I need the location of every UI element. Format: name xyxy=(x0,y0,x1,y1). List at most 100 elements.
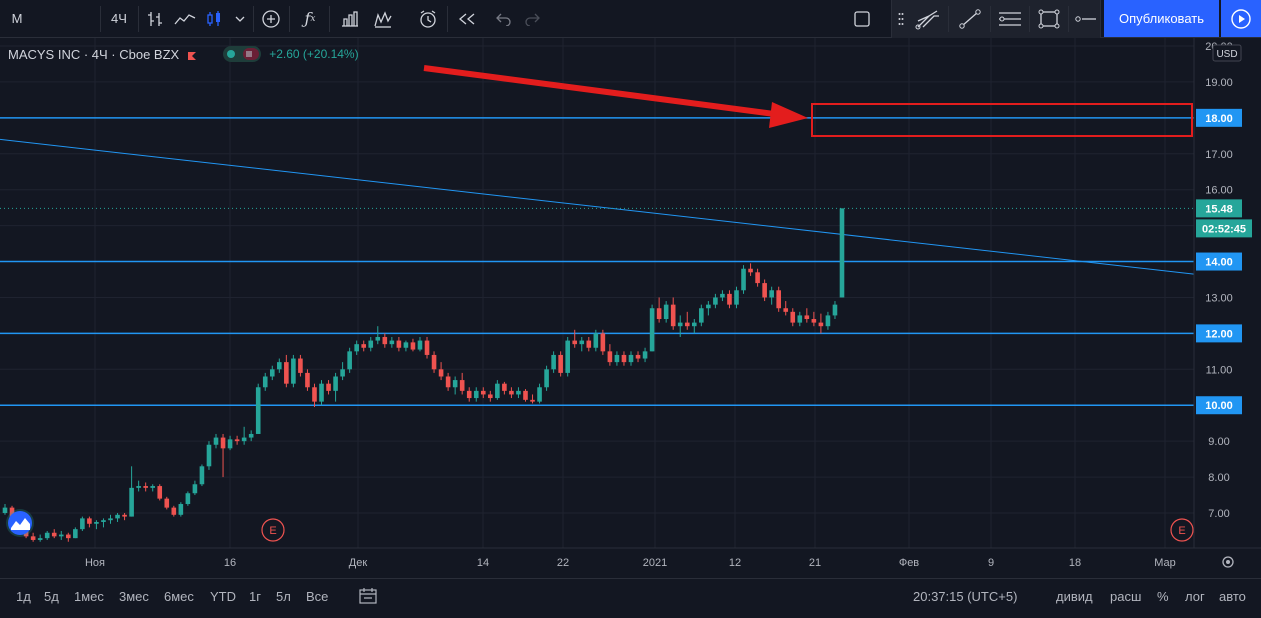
alarm-clock-icon[interactable] xyxy=(414,0,442,37)
horizontal-ray-icon[interactable] xyxy=(993,0,1027,37)
range-button[interactable]: YTD xyxy=(210,589,236,604)
candle-body xyxy=(706,304,711,309)
range-button[interactable]: 6мес xyxy=(164,589,194,604)
candle xyxy=(136,480,141,492)
axis-option-button[interactable]: авто xyxy=(1219,589,1246,604)
candle xyxy=(776,286,781,312)
alert-icon[interactable] xyxy=(369,0,397,37)
flag-icon xyxy=(187,49,197,60)
candle-body xyxy=(157,486,163,499)
arrow-shaft xyxy=(423,65,783,118)
range-button[interactable]: 5д xyxy=(44,589,59,604)
candle xyxy=(150,484,156,492)
symbol-label: M xyxy=(11,11,23,26)
candle xyxy=(66,532,71,542)
candle-body xyxy=(312,387,317,402)
time-tick-label: 14 xyxy=(477,557,489,569)
candle-body xyxy=(452,380,458,388)
candle-body xyxy=(354,344,359,352)
indicators-icon[interactable]: ƒx xyxy=(296,0,324,37)
earnings-marker[interactable]: E xyxy=(1170,518,1194,542)
time-tick-label: 21 xyxy=(809,557,821,569)
candle-style-icon[interactable] xyxy=(201,0,227,37)
range-button[interactable]: 3мес xyxy=(119,589,149,604)
candle-body xyxy=(699,308,704,323)
candle xyxy=(227,435,233,451)
rectangle-icon[interactable] xyxy=(1032,0,1066,37)
candle-body xyxy=(438,369,444,377)
level-price-label: 12.00 xyxy=(1205,328,1233,340)
axis-option-button[interactable]: лог xyxy=(1185,589,1205,604)
candle xyxy=(51,529,57,539)
add-compare-icon[interactable] xyxy=(257,0,285,37)
candle xyxy=(87,516,92,528)
bar-style-icon[interactable] xyxy=(142,0,168,37)
line-style-icon[interactable] xyxy=(171,0,199,37)
financials-icon[interactable] xyxy=(336,0,364,37)
range-button[interactable]: 1г xyxy=(249,589,261,604)
candle xyxy=(635,351,641,363)
candle-body xyxy=(298,358,303,373)
undo-icon[interactable] xyxy=(491,0,517,37)
candle-body xyxy=(558,354,563,373)
square-icon[interactable] xyxy=(849,0,875,37)
candle xyxy=(663,301,669,323)
symbol-title[interactable]: MACYS INC · 4Ч · Cboe BZX xyxy=(8,47,179,62)
range-button[interactable]: Все xyxy=(306,589,328,604)
horizontal-line-icon[interactable] xyxy=(1070,0,1100,37)
level-price-label: 14.00 xyxy=(1205,257,1233,269)
candle xyxy=(115,513,120,522)
candle-body xyxy=(431,354,437,370)
candle xyxy=(614,351,620,366)
tradingview-logo-icon[interactable] xyxy=(6,509,34,537)
horizontal-levels xyxy=(0,117,1194,406)
range-button[interactable]: 1мес xyxy=(74,589,104,604)
date-range-icon[interactable] xyxy=(358,587,378,608)
candle xyxy=(199,464,205,487)
candle-body xyxy=(811,319,817,323)
currency-badge[interactable]: USD xyxy=(1212,44,1242,62)
candle-body xyxy=(220,437,226,449)
axis-option-button[interactable]: дивид xyxy=(1056,589,1093,604)
symbol-search-button[interactable]: M xyxy=(4,0,30,37)
trend-line-segment xyxy=(0,138,1195,275)
candle xyxy=(537,383,542,404)
interval-button[interactable]: 4Ч xyxy=(104,0,134,37)
candle xyxy=(642,347,648,363)
candle xyxy=(628,351,634,366)
candle xyxy=(368,336,374,352)
price-tick-label: 16.00 xyxy=(1205,185,1233,197)
level-price-label: 10.00 xyxy=(1205,400,1233,412)
chevron-down-icon[interactable] xyxy=(230,0,250,37)
candle-body xyxy=(544,369,549,388)
axis-option-button[interactable]: расш xyxy=(1110,589,1141,604)
price-chart[interactable]: E E 20.0019.0018.0017.0016.0015.4802:52:… xyxy=(0,38,1261,578)
pitchfork-icon[interactable] xyxy=(910,0,946,37)
price-tick-label: 8.00 xyxy=(1208,472,1229,484)
earnings-marker[interactable]: E xyxy=(261,518,285,542)
candle xyxy=(607,344,613,366)
clock-time[interactable]: 20:37:15 (UTC+5) xyxy=(913,589,1017,604)
replay-icon[interactable] xyxy=(453,0,481,37)
candle xyxy=(44,530,50,540)
candle-body xyxy=(677,322,683,327)
candle xyxy=(480,387,486,399)
price-tick-label: 7.00 xyxy=(1208,508,1229,520)
publish-button[interactable]: Опубликовать xyxy=(1104,0,1219,37)
candle xyxy=(37,534,43,542)
visibility-toggle-icon[interactable] xyxy=(223,46,262,62)
candle-body xyxy=(727,293,732,305)
range-button[interactable]: 5л xyxy=(276,589,291,604)
redo-icon[interactable] xyxy=(519,0,545,37)
price-tick-label: 11.00 xyxy=(1206,364,1233,376)
settings-gear-icon[interactable] xyxy=(1222,556,1234,568)
time-tick-label: 22 xyxy=(557,557,569,569)
time-tick-label: Мар xyxy=(1154,557,1176,569)
range-button[interactable]: 1д xyxy=(16,589,31,604)
candle xyxy=(333,372,338,402)
candle-body xyxy=(291,358,296,384)
drag-handle-icon[interactable] xyxy=(894,0,908,37)
axis-option-button[interactable]: % xyxy=(1157,589,1169,604)
trendline-icon[interactable] xyxy=(952,0,988,37)
play-icon[interactable] xyxy=(1221,0,1261,37)
